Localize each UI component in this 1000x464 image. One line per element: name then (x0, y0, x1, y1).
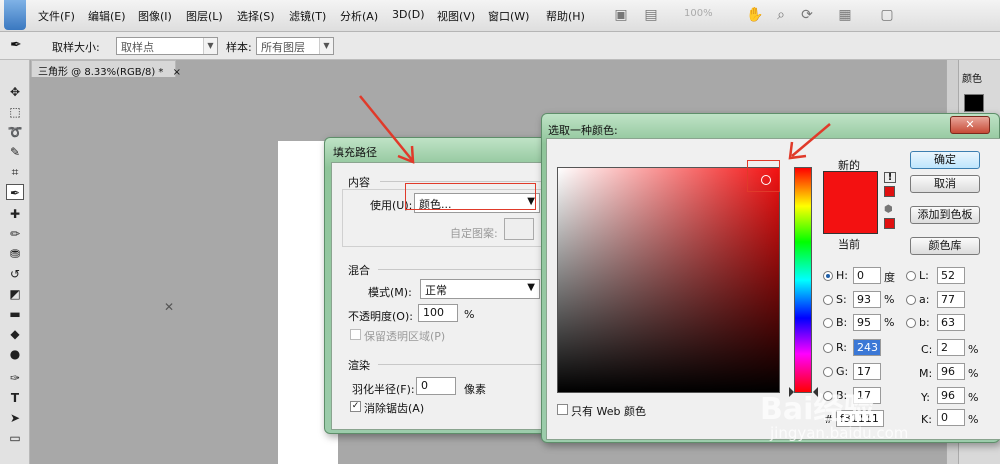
arrow-to-use-select (359, 95, 415, 164)
watermark-url: jingyan.baidu.com (770, 424, 909, 442)
arrow-to-color-field (788, 123, 831, 160)
watermark-brand: Bai经验 (760, 392, 874, 427)
